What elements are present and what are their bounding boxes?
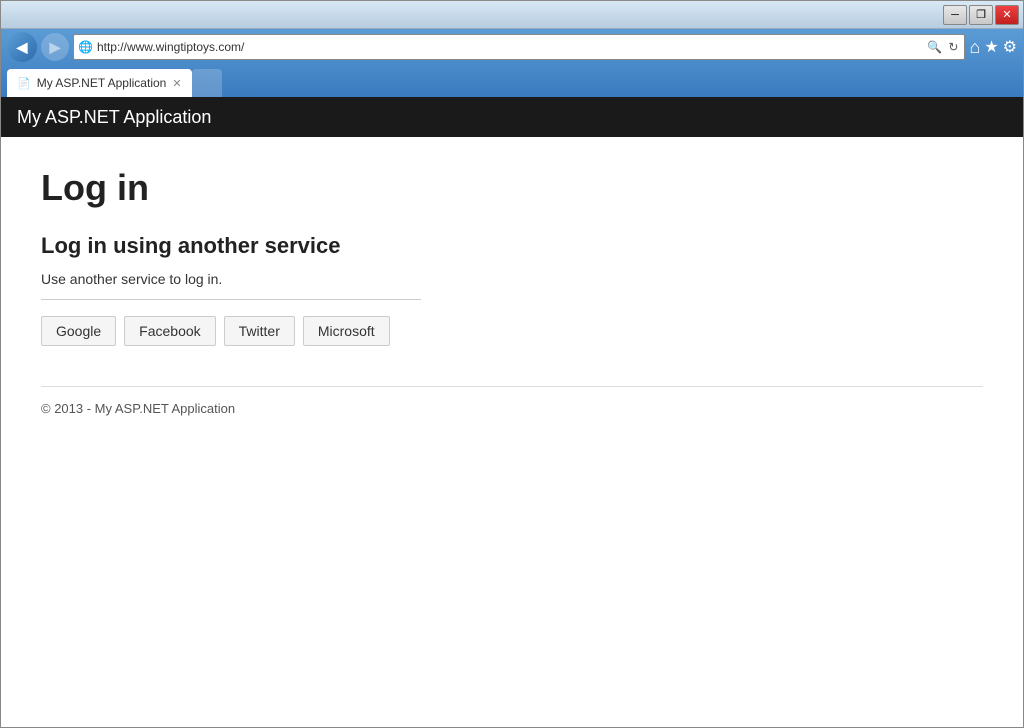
app-navbar: My ASP.NET Application: [1, 97, 1023, 137]
address-bar[interactable]: 🌐 🔍 ↻: [73, 34, 965, 60]
active-tab[interactable]: 📄 My ASP.NET Application ✕: [7, 69, 192, 97]
window-titlebar: ─ ❐ ✕: [1, 1, 1023, 29]
footer-text: © 2013 - My ASP.NET Application: [41, 401, 983, 416]
facebook-login-button[interactable]: Facebook: [124, 316, 215, 346]
page-heading: Log in: [41, 167, 983, 209]
service-buttons: Google Facebook Twitter Microsoft: [41, 316, 983, 346]
address-icon: 🌐: [78, 40, 93, 54]
address-input[interactable]: [97, 40, 921, 54]
back-button[interactable]: ◀: [7, 32, 37, 62]
search-button[interactable]: 🔍: [925, 38, 944, 56]
browser-chrome: ◀ ▶ 🌐 🔍 ↻ ⌂ ★ ⚙ 📄 My ASP.NET Application: [1, 29, 1023, 97]
footer-divider: [41, 386, 983, 387]
refresh-button[interactable]: ↻: [946, 38, 960, 56]
home-button[interactable]: ⌂: [969, 37, 980, 58]
restore-button[interactable]: ❐: [969, 5, 993, 25]
section-divider: [41, 299, 421, 300]
tab-icon: 📄: [17, 77, 31, 90]
settings-button[interactable]: ⚙: [1003, 37, 1017, 57]
new-tab-area[interactable]: [192, 69, 222, 97]
close-button[interactable]: ✕: [995, 5, 1019, 25]
section-heading: Log in using another service: [41, 233, 983, 259]
tab-close-button[interactable]: ✕: [172, 77, 181, 90]
twitter-login-button[interactable]: Twitter: [224, 316, 295, 346]
browser-window: ─ ❐ ✕ ◀ ▶ 🌐 🔍 ↻ ⌂: [0, 0, 1024, 728]
app-title: My ASP.NET Application: [17, 107, 211, 128]
page-content: Log in Log in using another service Use …: [1, 137, 1023, 727]
forward-button[interactable]: ▶: [41, 33, 69, 61]
favorites-button[interactable]: ★: [984, 37, 998, 57]
address-bar-row: ◀ ▶ 🌐 🔍 ↻ ⌂ ★ ⚙: [1, 29, 1023, 65]
section-text: Use another service to log in.: [41, 271, 983, 287]
minimize-button[interactable]: ─: [943, 5, 967, 25]
google-login-button[interactable]: Google: [41, 316, 116, 346]
tab-label: My ASP.NET Application: [37, 76, 167, 90]
address-actions: 🔍 ↻: [925, 38, 960, 56]
microsoft-login-button[interactable]: Microsoft: [303, 316, 390, 346]
tabs-row: 📄 My ASP.NET Application ✕: [1, 65, 1023, 97]
